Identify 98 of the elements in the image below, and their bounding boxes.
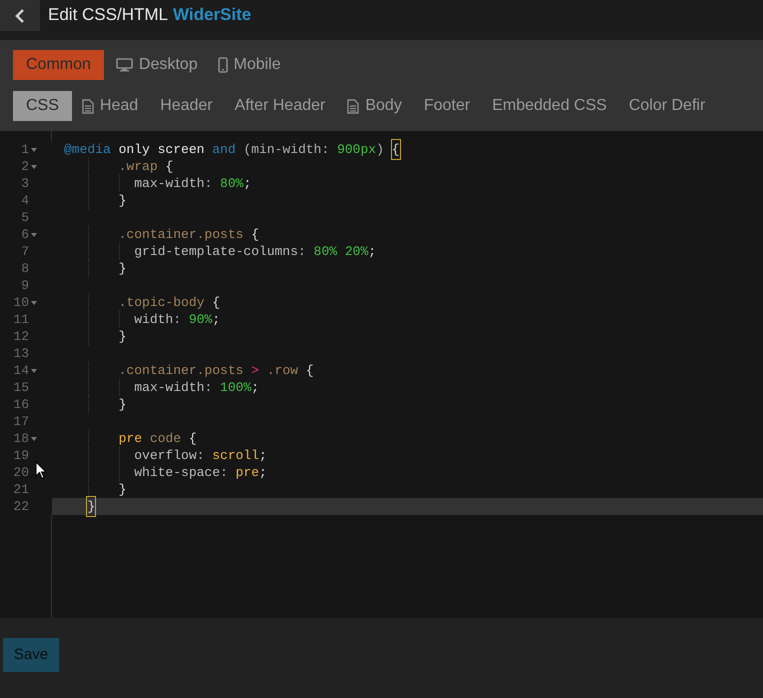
code-token: > [250,362,260,380]
line-number: 9 [21,276,29,295]
code-token: } [118,480,126,499]
mode-tab[interactable]: Common [13,50,104,80]
code-token: ; [243,174,252,193]
code-token: ; [212,310,220,329]
code-token: : [173,310,182,329]
line-number: 15 [13,378,29,397]
code-token: .container.posts [118,362,244,380]
code-token: width [133,310,174,329]
code-token: { [164,158,174,176]
matched-bracket: { [392,140,400,160]
code-token: { [304,362,314,380]
chevron-left-icon [15,8,25,22]
line-number: 7 [21,242,29,261]
fold-arrow-icon[interactable] [31,232,37,236]
code-token: max-width [133,174,204,193]
code-token: } [118,396,126,414]
code-token: : [204,174,214,193]
line-number: 1 [21,140,29,159]
code-token: overflow [133,446,197,465]
site-name: WiderSite [172,4,252,26]
mouse-pointer-icon [35,461,47,480]
line-number: 13 [13,344,29,363]
line-number: 20 [13,464,29,482]
line-number: 5 [21,208,29,227]
section-tab[interactable]: Footer [424,91,492,121]
code-token: : [204,378,214,397]
code-token: ; [251,378,260,397]
code-token: ; [259,464,267,482]
code-token: ; [259,446,267,465]
code-token: code [148,430,182,448]
line-number: 21 [13,480,29,499]
page-title: Edit CSS/HTML [48,4,168,26]
code-token: 90% [188,310,212,329]
document-icon [82,98,94,114]
line-number: 18 [13,430,29,448]
code-token: } [118,192,126,210]
code-token: 80% 20% [314,242,368,261]
line-number: 2 [21,158,29,176]
fold-arrow-icon[interactable] [31,368,37,372]
code-token: 80% [220,174,244,193]
line-number: 3 [21,174,29,193]
code-token: : [220,464,229,482]
code-token: .wrap [118,158,158,176]
code-token: : [196,446,206,465]
code-token: (min-width: [242,140,330,159]
code-token: pre [236,464,260,482]
code-token: 900px [337,140,376,159]
code-token: { [250,226,260,244]
section-tab[interactable]: Body [347,91,424,121]
line-number: 6 [21,226,29,244]
back-button[interactable] [0,0,40,31]
line-number: 4 [21,192,29,210]
fold-arrow-icon[interactable] [31,148,37,152]
code-token: ; [368,242,376,261]
code-token: } [118,260,126,278]
section-tab[interactable]: CSS [13,91,72,121]
code-token: max-width [133,378,204,397]
code-token: grid-template-columns [133,242,298,261]
line-number: 10 [13,294,29,312]
code-token: ) [376,140,385,159]
section-tab[interactable]: After Header [234,91,348,121]
code-token: } [118,328,126,346]
code-token: only screen [118,140,204,159]
code-token: .container.posts [118,226,244,244]
code-token: .topic-body [118,294,204,312]
line-number: 16 [13,396,29,414]
code-token: { [211,294,220,312]
section-tab[interactable]: Color Defir [628,91,728,121]
mode-tab[interactable]: Mobile [210,50,289,80]
section-tab[interactable]: Header [160,91,235,121]
document-icon [347,98,360,114]
code-token: .row [266,362,298,380]
code-token: { [188,430,197,448]
fold-arrow-icon[interactable] [31,436,37,440]
matched-bracket: } [87,496,96,516]
line-number: 11 [13,310,29,329]
phone-icon [218,57,228,73]
code-token: white-space [133,464,220,482]
line-number: 14 [13,362,29,380]
line-number: 19 [13,446,29,465]
line-number: 22 [13,498,29,516]
fold-arrow-icon[interactable] [31,300,37,304]
line-number: 17 [13,412,29,431]
line-number: 12 [13,328,29,346]
code-token: and [211,140,236,159]
section-tab[interactable]: Embedded CSS [492,91,629,121]
monitor-icon [116,58,133,72]
code-token: @media [64,140,111,159]
code-token: scroll [212,446,260,465]
section-tab[interactable]: Head [82,91,160,121]
code-token: pre [118,430,142,448]
line-number: 8 [21,260,29,278]
code-token: : [298,242,307,261]
code-token: 100% [220,378,252,397]
mode-tab[interactable]: Desktop [108,50,206,80]
fold-arrow-icon[interactable] [31,164,37,168]
